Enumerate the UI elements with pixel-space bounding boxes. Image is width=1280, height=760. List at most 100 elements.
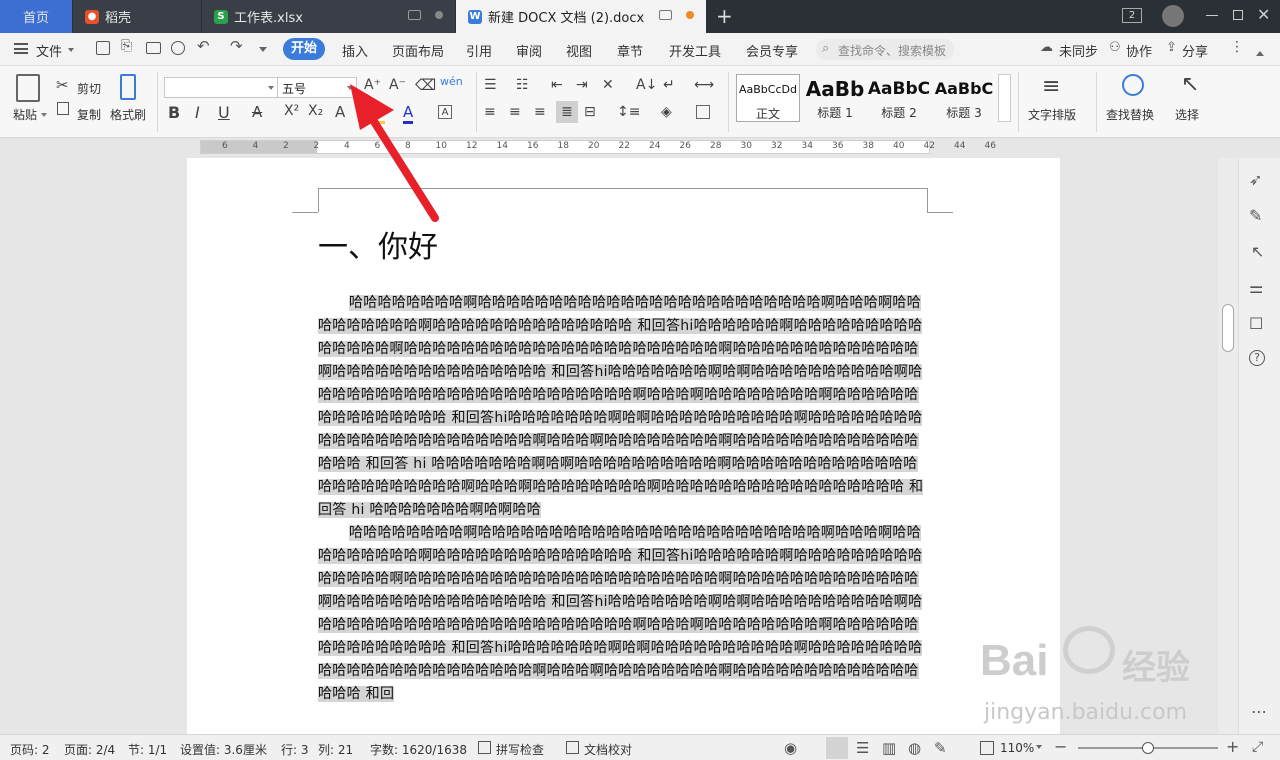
distribute-icon[interactable]: ⊟	[584, 104, 596, 120]
tab-stop-icon[interactable]: ⟷	[694, 77, 714, 93]
tab-document[interactable]: W 新建 DOCX 文档 (2).docx	[456, 0, 706, 33]
menu-page-layout[interactable]: 页面布局	[392, 41, 444, 60]
menu-start[interactable]: 开始	[283, 38, 325, 60]
fit-page-icon[interactable]	[980, 741, 994, 755]
styles-scroll[interactable]	[998, 74, 1011, 122]
numbered-list-icon[interactable]: ☷	[516, 77, 529, 93]
undo-icon[interactable]: ↶	[197, 37, 210, 55]
help-icon[interactable]: ?	[1249, 350, 1265, 366]
format-painter-button[interactable]: 格式刷	[110, 106, 146, 123]
style-heading-2[interactable]: AaBbC 标题 2	[867, 74, 931, 122]
status-col[interactable]: 列: 21	[318, 741, 353, 758]
fullscreen-icon[interactable]: ⤢	[1252, 739, 1263, 755]
share-button[interactable]: 分享	[1182, 41, 1208, 60]
proofread-button[interactable]: 文档校对	[584, 741, 632, 758]
customize-icon[interactable]	[259, 47, 267, 56]
save-icon[interactable]	[96, 41, 110, 55]
eye-protect-icon[interactable]: ◉	[784, 739, 797, 757]
line-spacing-icon[interactable]: ↕≡	[617, 104, 640, 120]
align-left-icon[interactable]: ≡	[484, 104, 496, 120]
spell-check-button[interactable]: 拼写检查	[496, 741, 544, 758]
status-section[interactable]: 节: 1/1	[128, 741, 167, 758]
avatar[interactable]	[1162, 5, 1184, 27]
close-window-icon[interactable]: ✕	[1257, 5, 1270, 24]
print-icon[interactable]	[146, 42, 161, 54]
sync-status[interactable]: 未同步	[1059, 41, 1098, 60]
font-name-select[interactable]	[164, 77, 278, 98]
zoom-slider-thumb[interactable]	[1142, 742, 1154, 754]
page-view-icon[interactable]	[826, 737, 848, 759]
bold-icon[interactable]: B	[168, 103, 180, 122]
web-view-icon[interactable]: ◍	[908, 739, 921, 757]
more-tools-icon[interactable]: ⋯	[1251, 702, 1267, 721]
unsaved-dot-icon[interactable]	[686, 11, 694, 19]
paragraph-1[interactable]: 哈哈哈哈哈哈哈哈啊哈哈哈哈哈哈哈哈哈哈哈哈哈哈哈哈哈哈哈哈哈哈哈哈啊哈哈哈啊哈哈…	[318, 295, 924, 518]
shading-icon[interactable]: ◈	[661, 104, 672, 120]
paste-button[interactable]: 粘贴	[13, 106, 37, 123]
bullet-list-icon[interactable]: ☰	[484, 77, 497, 93]
collapse-ribbon-icon[interactable]	[1256, 47, 1264, 56]
italic-icon[interactable]: I	[195, 103, 200, 122]
pointer-icon[interactable]: ↖	[1251, 242, 1264, 261]
export-icon[interactable]: ⎘	[121, 38, 132, 54]
write-mode-icon[interactable]: ✎	[934, 739, 947, 757]
reading-view-icon[interactable]: ▥	[882, 739, 896, 757]
style-normal[interactable]: AaBbCcDd 正文	[736, 74, 800, 122]
menu-member[interactable]: 会员专享	[746, 41, 798, 60]
zoom-slider[interactable]	[1078, 742, 1218, 754]
menu-chapter[interactable]: 章节	[617, 41, 643, 60]
paragraph-2[interactable]: 哈哈哈哈哈哈哈哈啊哈哈哈哈哈哈哈哈哈哈哈哈哈哈哈哈哈哈哈哈哈哈哈哈啊哈哈哈啊哈哈…	[318, 525, 923, 702]
document-body[interactable]: 哈哈哈哈哈哈哈哈啊哈哈哈哈哈哈哈哈哈哈哈哈哈哈哈哈哈哈哈哈哈哈哈哈啊哈哈哈啊哈哈…	[318, 292, 928, 706]
paste-icon[interactable]	[16, 74, 40, 102]
more-icon[interactable]: ⋮	[1230, 39, 1244, 55]
underline-icon[interactable]: U	[218, 103, 230, 122]
settings-sliders-icon[interactable]: ⚌	[1249, 278, 1263, 297]
style-heading-1[interactable]: AaBb 标题 1	[803, 74, 867, 122]
new-tab-icon[interactable]: +	[716, 4, 733, 28]
collab-button[interactable]: 协作	[1126, 41, 1152, 60]
copy-button[interactable]: 复制	[77, 106, 101, 123]
status-pages[interactable]: 页面: 2/4	[64, 741, 115, 758]
superscript-icon[interactable]: X²	[284, 103, 299, 119]
chinese-layout-icon[interactable]: ✕	[602, 77, 614, 93]
zoom-out-icon[interactable]: −	[1054, 737, 1067, 756]
show-marks-icon[interactable]: ↵	[663, 77, 675, 93]
align-center-icon[interactable]: ≡	[509, 104, 521, 120]
close-tab-icon[interactable]	[435, 11, 443, 19]
zoom-in-icon[interactable]: +	[1226, 737, 1239, 756]
restore-icon[interactable]	[1233, 10, 1243, 20]
pen-icon[interactable]: ✎	[1249, 206, 1262, 225]
subscript-icon[interactable]: X₂	[308, 103, 323, 119]
tab-docer[interactable]: ● 稻壳	[73, 0, 201, 33]
align-right-icon[interactable]: ≡	[534, 104, 546, 120]
menu-references[interactable]: 引用	[466, 41, 492, 60]
zoom-level[interactable]: 110%	[1000, 741, 1034, 755]
rocket-icon[interactable]: ➶	[1249, 170, 1262, 189]
increase-indent-icon[interactable]: ⇥	[576, 77, 588, 93]
sort-icon[interactable]: A↓	[636, 77, 657, 93]
tab-home[interactable]: 首页	[0, 0, 72, 33]
text-layout-button[interactable]: 文字排版	[1028, 106, 1076, 123]
menu-insert[interactable]: 插入	[342, 41, 368, 60]
print-preview-icon[interactable]	[171, 41, 185, 55]
tab-worksheet[interactable]: S 工作表.xlsx	[202, 0, 455, 33]
strikethrough-icon[interactable]: A	[252, 103, 262, 121]
decrease-indent-icon[interactable]: ⇤	[551, 77, 563, 93]
menu-review[interactable]: 审阅	[516, 41, 542, 60]
cut-button[interactable]: 剪切	[77, 80, 101, 97]
find-replace-button[interactable]: 查找替换	[1106, 106, 1154, 123]
status-page[interactable]: 页码: 2	[10, 741, 50, 758]
status-row[interactable]: 行: 3	[281, 741, 309, 758]
select-button[interactable]: 选择	[1175, 106, 1199, 123]
menu-file[interactable]: 文件	[36, 41, 62, 60]
status-setting[interactable]: 设置值: 3.6厘米	[180, 741, 267, 758]
border-icon[interactable]	[696, 105, 710, 119]
window-count-badge[interactable]: 2	[1122, 8, 1142, 23]
hamburger-icon[interactable]	[14, 43, 28, 54]
justify-icon[interactable]: ≣	[556, 101, 578, 123]
scroll-thumb[interactable]	[1222, 304, 1234, 352]
minimize-icon[interactable]	[1206, 15, 1218, 16]
redo-icon[interactable]: ↷	[230, 37, 243, 55]
menu-view[interactable]: 视图	[566, 41, 592, 60]
inbox-icon[interactable]: ☐	[1249, 314, 1263, 333]
